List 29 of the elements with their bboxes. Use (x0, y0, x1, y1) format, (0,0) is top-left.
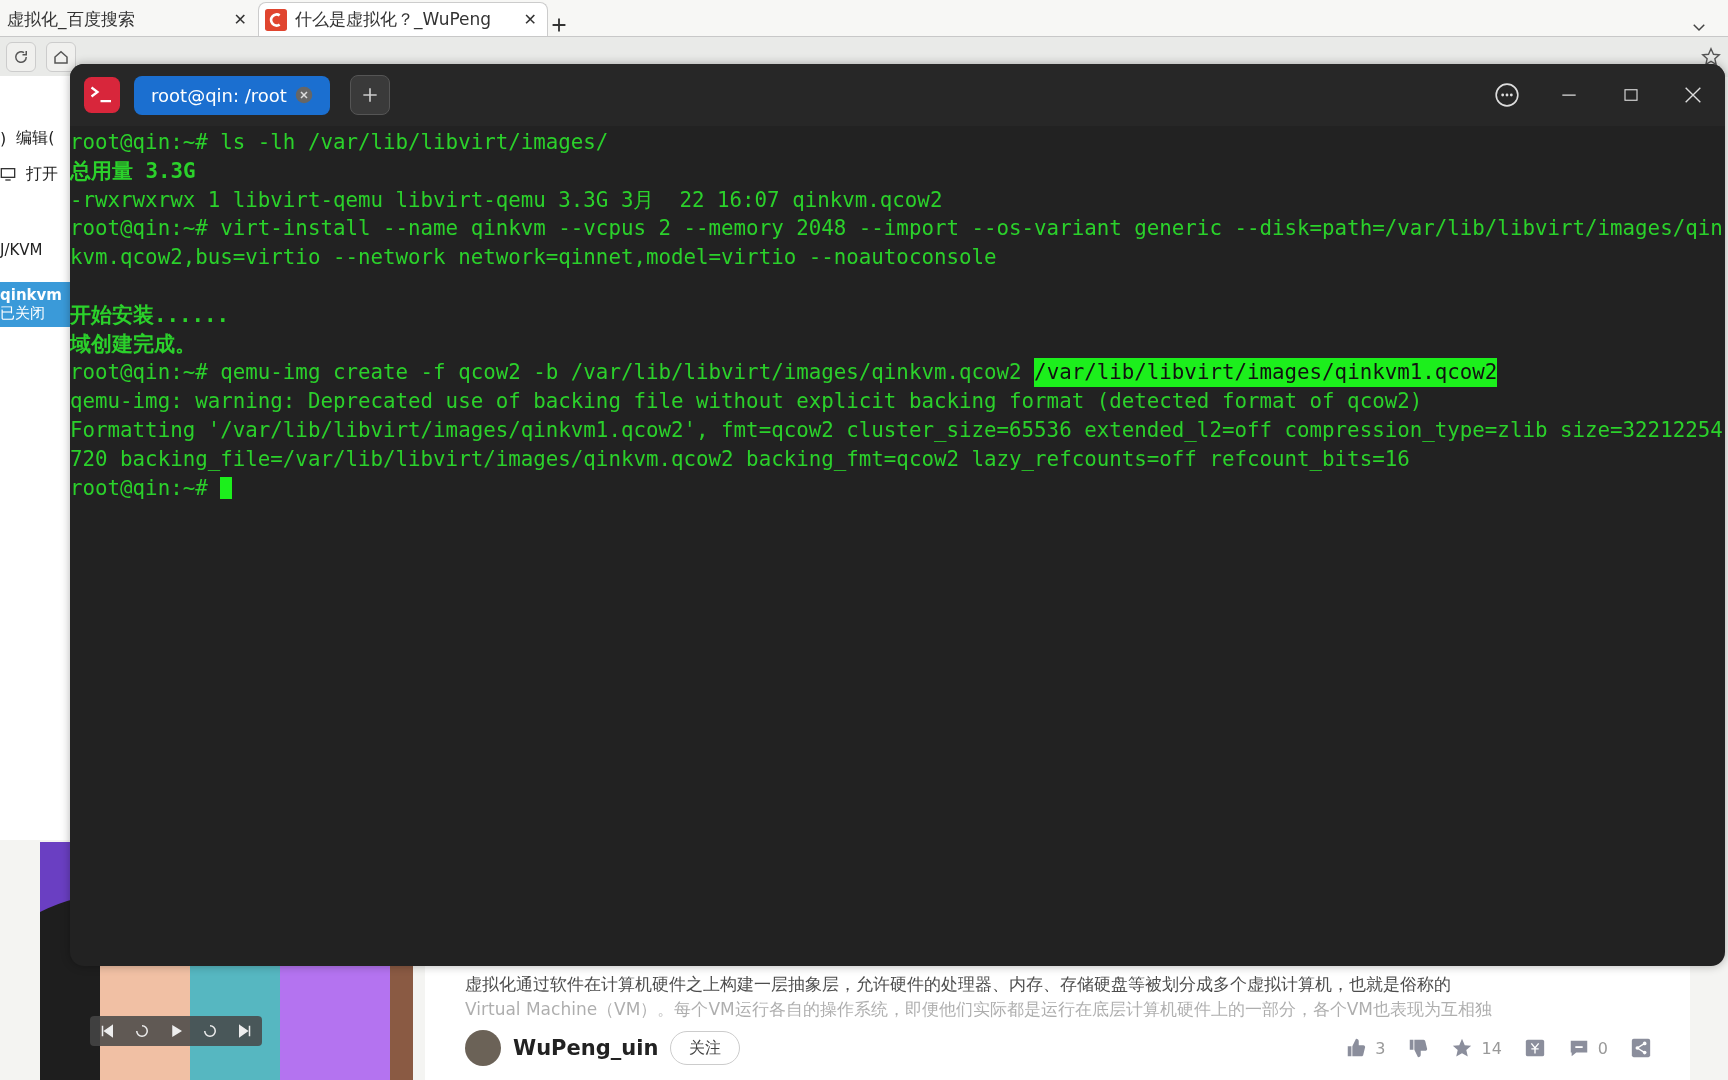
terminal-text: root@qin:~# virt-install --name qinkvm --vcpus 2 --memory 2048 --import --os-variant generic --disk=path=/var/lib/libvirt/images/qin (70, 215, 1723, 243)
terminal-text: qemu-img: warning: Deprecated use of backing file without explicit backing format (detected format of qcow2) (70, 388, 1423, 416)
terminal-text: root@qin:~# ls -lh /var/lib/libvirt/images/ (70, 129, 609, 156)
close-icon[interactable]: ✕ (523, 10, 537, 29)
like-count: 3 (1375, 1038, 1386, 1058)
terminal-text: root@qin:~# (70, 474, 209, 502)
terminal-text: kvm.qcow2,bus=virtio --network network=qinnet,model=virtio --noautoconsole (70, 244, 997, 272)
open-label[interactable]: 打开 (26, 163, 58, 185)
close-icon[interactable]: ✕ (233, 10, 247, 29)
terminal-tab[interactable]: root@qin: /root (134, 75, 330, 115)
terminal-text: 720 backing_file=/var/lib/libvirt/images/qinkvm.qcow2 backing_fmt=qcow2 lazy_refcounts=off refcount_bits=16 (70, 445, 1410, 473)
terminal-text: root@qin:~# qemu-img create -f qcow2 -b /var/lib/libvirt/images/qinkvm.qcow2 (70, 359, 1023, 387)
selected-text: /var/lib/libvirt/images/qinkvm1.qcow2 (1034, 358, 1498, 388)
terminal-text: 总用量 3.3G (70, 157, 196, 185)
comment-count: 0 (1597, 1038, 1608, 1058)
follow-button[interactable]: 关注 (670, 1031, 741, 1065)
author-name[interactable]: WuPeng_uin (513, 1036, 659, 1060)
browser-tab[interactable]: 虚拟化_百度搜索 ✕ (0, 2, 258, 36)
menu-item[interactable]: ) (0, 128, 7, 148)
menu-item[interactable]: 编辑( (16, 127, 55, 149)
terminal-text: -rwxrwxrwx 1 libvirt-qemu libvirt-qemu 3.3G 3月 22 16:07 qinkvm.qcow2 (70, 186, 943, 214)
favorite-count: 14 (1481, 1038, 1502, 1058)
article-text: Virtual Machine（VM）。每个VM运行各自的操作系统，即便他们实际都是运行在底层计算机硬件上的一部分，各个VM也表现为互相独 (465, 998, 1493, 1021)
article-text: 虚拟化通过软件在计算机硬件之上构建一层抽象层，允许硬件的处理器、内存、存储硬盘等被划分成多个虚拟计算机，也就是俗称的 (465, 973, 1452, 996)
browser-tab[interactable]: 什么是虚拟化？_WuPeng ✕ (258, 2, 548, 36)
group-label: J/KVM (0, 241, 43, 259)
terminal-text: Formatting '/var/lib/libvirt/images/qinkvm1.qcow2', fmt=qcow2 cluster_size=65536 extended_l2=off compression_type=zlib size=32212254 (70, 416, 1723, 444)
terminal-text: 域创建完成。 (70, 330, 196, 358)
terminal-text: 开始安装...... (70, 301, 230, 329)
